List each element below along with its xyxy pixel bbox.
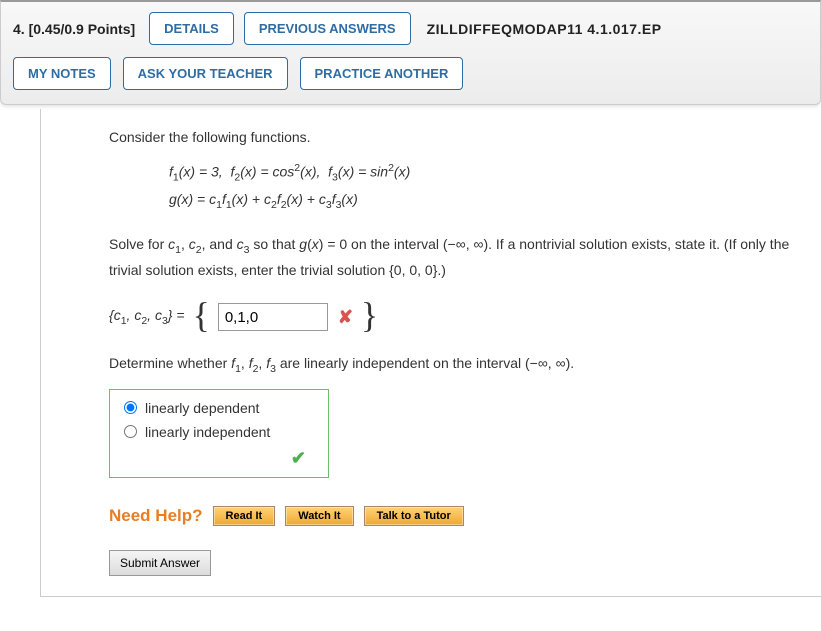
- talk-tutor-button[interactable]: Talk to a Tutor: [364, 506, 464, 526]
- math-line-1: f1(x) = 3, f2(x) = cos2(x), f3(x) = sin2…: [169, 159, 803, 187]
- previous-answers-button[interactable]: PREVIOUS ANSWERS: [244, 12, 411, 45]
- read-it-button[interactable]: Read It: [213, 506, 276, 526]
- source-label: ZILLDIFFEQMODAP11 4.1.017.EP: [427, 21, 662, 37]
- points-label: 4. [0.45/0.9 Points]: [13, 21, 135, 37]
- right-brace-icon: }: [361, 297, 378, 333]
- need-help-label: Need Help?: [109, 506, 203, 526]
- practice-another-button[interactable]: PRACTICE ANOTHER: [300, 57, 464, 90]
- radio-independent-input[interactable]: [124, 425, 137, 438]
- tuple-label: {c1, c2, c3} =: [109, 307, 185, 327]
- radio-group: linearly dependent linearly independent …: [109, 389, 329, 478]
- radio-dependent[interactable]: linearly dependent: [124, 400, 314, 416]
- question-header: 4. [0.45/0.9 Points] DETAILS PREVIOUS AN…: [0, 0, 821, 105]
- determine-text: Determine whether f1, f2, f3 are linearl…: [109, 355, 803, 375]
- wrong-icon: ✘: [338, 307, 353, 328]
- my-notes-button[interactable]: MY NOTES: [13, 57, 111, 90]
- radio-dependent-label: linearly dependent: [145, 400, 259, 416]
- need-help-row: Need Help? Read It Watch It Talk to a Tu…: [109, 506, 803, 526]
- radio-independent[interactable]: linearly independent: [124, 424, 314, 440]
- watch-it-button[interactable]: Watch It: [285, 506, 353, 526]
- header-row-1: 4. [0.45/0.9 Points] DETAILS PREVIOUS AN…: [13, 12, 808, 45]
- left-brace-icon: {: [193, 297, 210, 333]
- answer-tuple-row: {c1, c2, c3} = { ✘ }: [109, 299, 803, 335]
- answer-input[interactable]: [218, 303, 328, 331]
- question-body: Consider the following functions. f1(x) …: [40, 109, 821, 597]
- header-row-2: MY NOTES ASK YOUR TEACHER PRACTICE ANOTH…: [13, 57, 808, 90]
- radio-dependent-input[interactable]: [124, 401, 137, 414]
- correct-icon: ✔: [124, 448, 314, 469]
- math-line-2: g(x) = c1f1(x) + c2f2(x) + c3f3(x): [169, 187, 803, 215]
- intro-text: Consider the following functions.: [109, 129, 803, 145]
- submit-answer-button[interactable]: Submit Answer: [109, 550, 211, 576]
- radio-independent-label: linearly independent: [145, 424, 270, 440]
- math-functions: f1(x) = 3, f2(x) = cos2(x), f3(x) = sin2…: [169, 159, 803, 215]
- solve-instructions: Solve for c1, c2, and c3 so that g(x) = …: [109, 233, 803, 281]
- ask-teacher-button[interactable]: ASK YOUR TEACHER: [123, 57, 288, 90]
- details-button[interactable]: DETAILS: [149, 12, 234, 45]
